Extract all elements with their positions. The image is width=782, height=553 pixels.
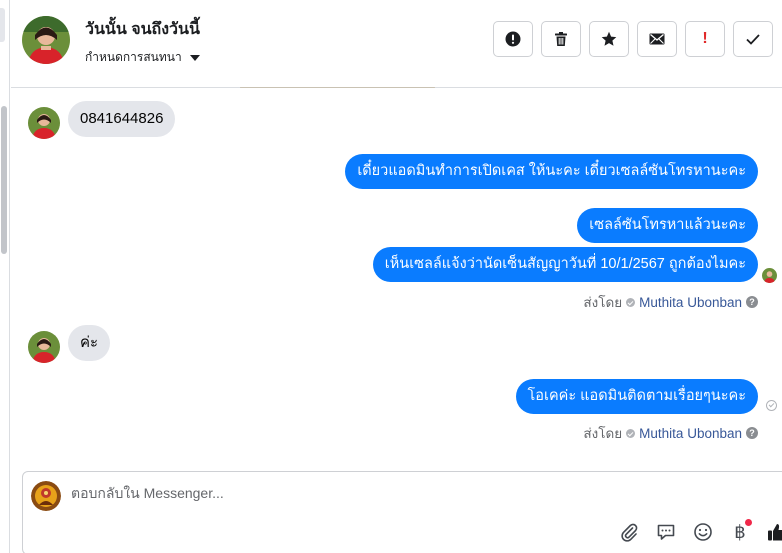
left-panel-edge xyxy=(0,0,10,553)
payment-button[interactable]: ฿ xyxy=(728,519,752,544)
message-bubble-outgoing[interactable]: เดี๋ยวแอดมินทำการเปิดเคส ให้นะคะ เดี๋ยวเ… xyxy=(345,154,758,189)
left-panel-tab[interactable] xyxy=(0,8,5,42)
like-button[interactable] xyxy=(765,520,782,544)
mark-unread-button[interactable] xyxy=(637,21,677,57)
caret-down-icon xyxy=(189,54,200,61)
attach-button[interactable] xyxy=(617,520,641,544)
contact-avatar[interactable] xyxy=(28,107,60,139)
sent-status-icon xyxy=(766,400,777,411)
conversation-header: วันนั้น จนถึงวันนี้ กำหนดการสนทนา ! xyxy=(11,0,782,88)
thumbs-up-icon xyxy=(768,524,782,541)
mark-done-button[interactable] xyxy=(733,21,773,57)
follow-up-button[interactable]: ! xyxy=(685,21,725,57)
sent-by-label: ส่งโดย Muthita Ubonban ? xyxy=(583,422,758,444)
alert-circle-icon xyxy=(505,31,521,47)
paperclip-icon xyxy=(621,523,638,542)
envelope-icon xyxy=(649,33,665,45)
delete-button[interactable] xyxy=(541,21,581,57)
star-icon xyxy=(601,31,617,46)
star-button[interactable] xyxy=(589,21,629,57)
composer-tools: ฿ xyxy=(617,519,782,544)
spam-button[interactable] xyxy=(493,21,533,57)
smiley-icon xyxy=(694,523,712,541)
sent-by-prefix: ส่งโดย xyxy=(583,295,623,310)
message-thread: 0841644826 เดี๋ยวแอดมินทำการเปิดเคส ให้น… xyxy=(11,88,782,471)
contact-name[interactable]: วันนั้น จนถึงวันนี้ xyxy=(85,17,200,42)
verified-icon xyxy=(626,297,636,307)
check-icon xyxy=(746,34,760,45)
seen-avatar xyxy=(762,268,777,283)
header-actions: ! xyxy=(493,21,773,57)
message-bubble-outgoing[interactable]: เห็นเซลล์แจ้งว่านัดเซ็นสัญญาวันที่ 10/1/… xyxy=(372,247,758,282)
contact-avatar[interactable] xyxy=(22,16,70,64)
message-bubble-incoming[interactable]: ค่ะ xyxy=(68,325,111,361)
message-bubble-incoming[interactable]: 0841644826 xyxy=(68,101,176,137)
reply-composer: ฿ xyxy=(22,471,782,553)
baht-icon: ฿ xyxy=(734,521,746,542)
sent-by-prefix: ส่งโดย xyxy=(583,426,623,441)
left-scrollbar[interactable] xyxy=(1,106,7,254)
sent-by-label: ส่งโดย Muthita Ubonban ? xyxy=(583,291,758,313)
assign-conversation-dropdown[interactable]: กำหนดการสนทนา xyxy=(85,48,200,67)
assign-label: กำหนดการสนทนา xyxy=(85,50,182,64)
agent-name[interactable]: Muthita Ubonban xyxy=(639,295,742,310)
trash-icon xyxy=(555,32,567,46)
message-bubble-outgoing[interactable]: เซลล์ซันโทรหาแล้วนะคะ xyxy=(577,208,758,243)
verified-icon xyxy=(626,428,636,438)
chat-bubble-icon xyxy=(657,524,675,540)
exclamation-icon: ! xyxy=(702,30,708,47)
message-bubble-outgoing[interactable]: โอเคค่ะ แอดมินติดตามเรื่อยๆนะคะ xyxy=(515,379,758,414)
contact-avatar[interactable] xyxy=(28,331,60,363)
agent-name[interactable]: Muthita Ubonban xyxy=(639,426,742,441)
help-icon[interactable]: ? xyxy=(746,296,758,308)
notification-dot xyxy=(745,519,752,526)
page-avatar xyxy=(31,481,61,511)
emoji-button[interactable] xyxy=(691,520,715,544)
saved-replies-button[interactable] xyxy=(654,520,678,544)
help-icon[interactable]: ? xyxy=(746,427,758,439)
reply-input[interactable] xyxy=(71,485,671,501)
